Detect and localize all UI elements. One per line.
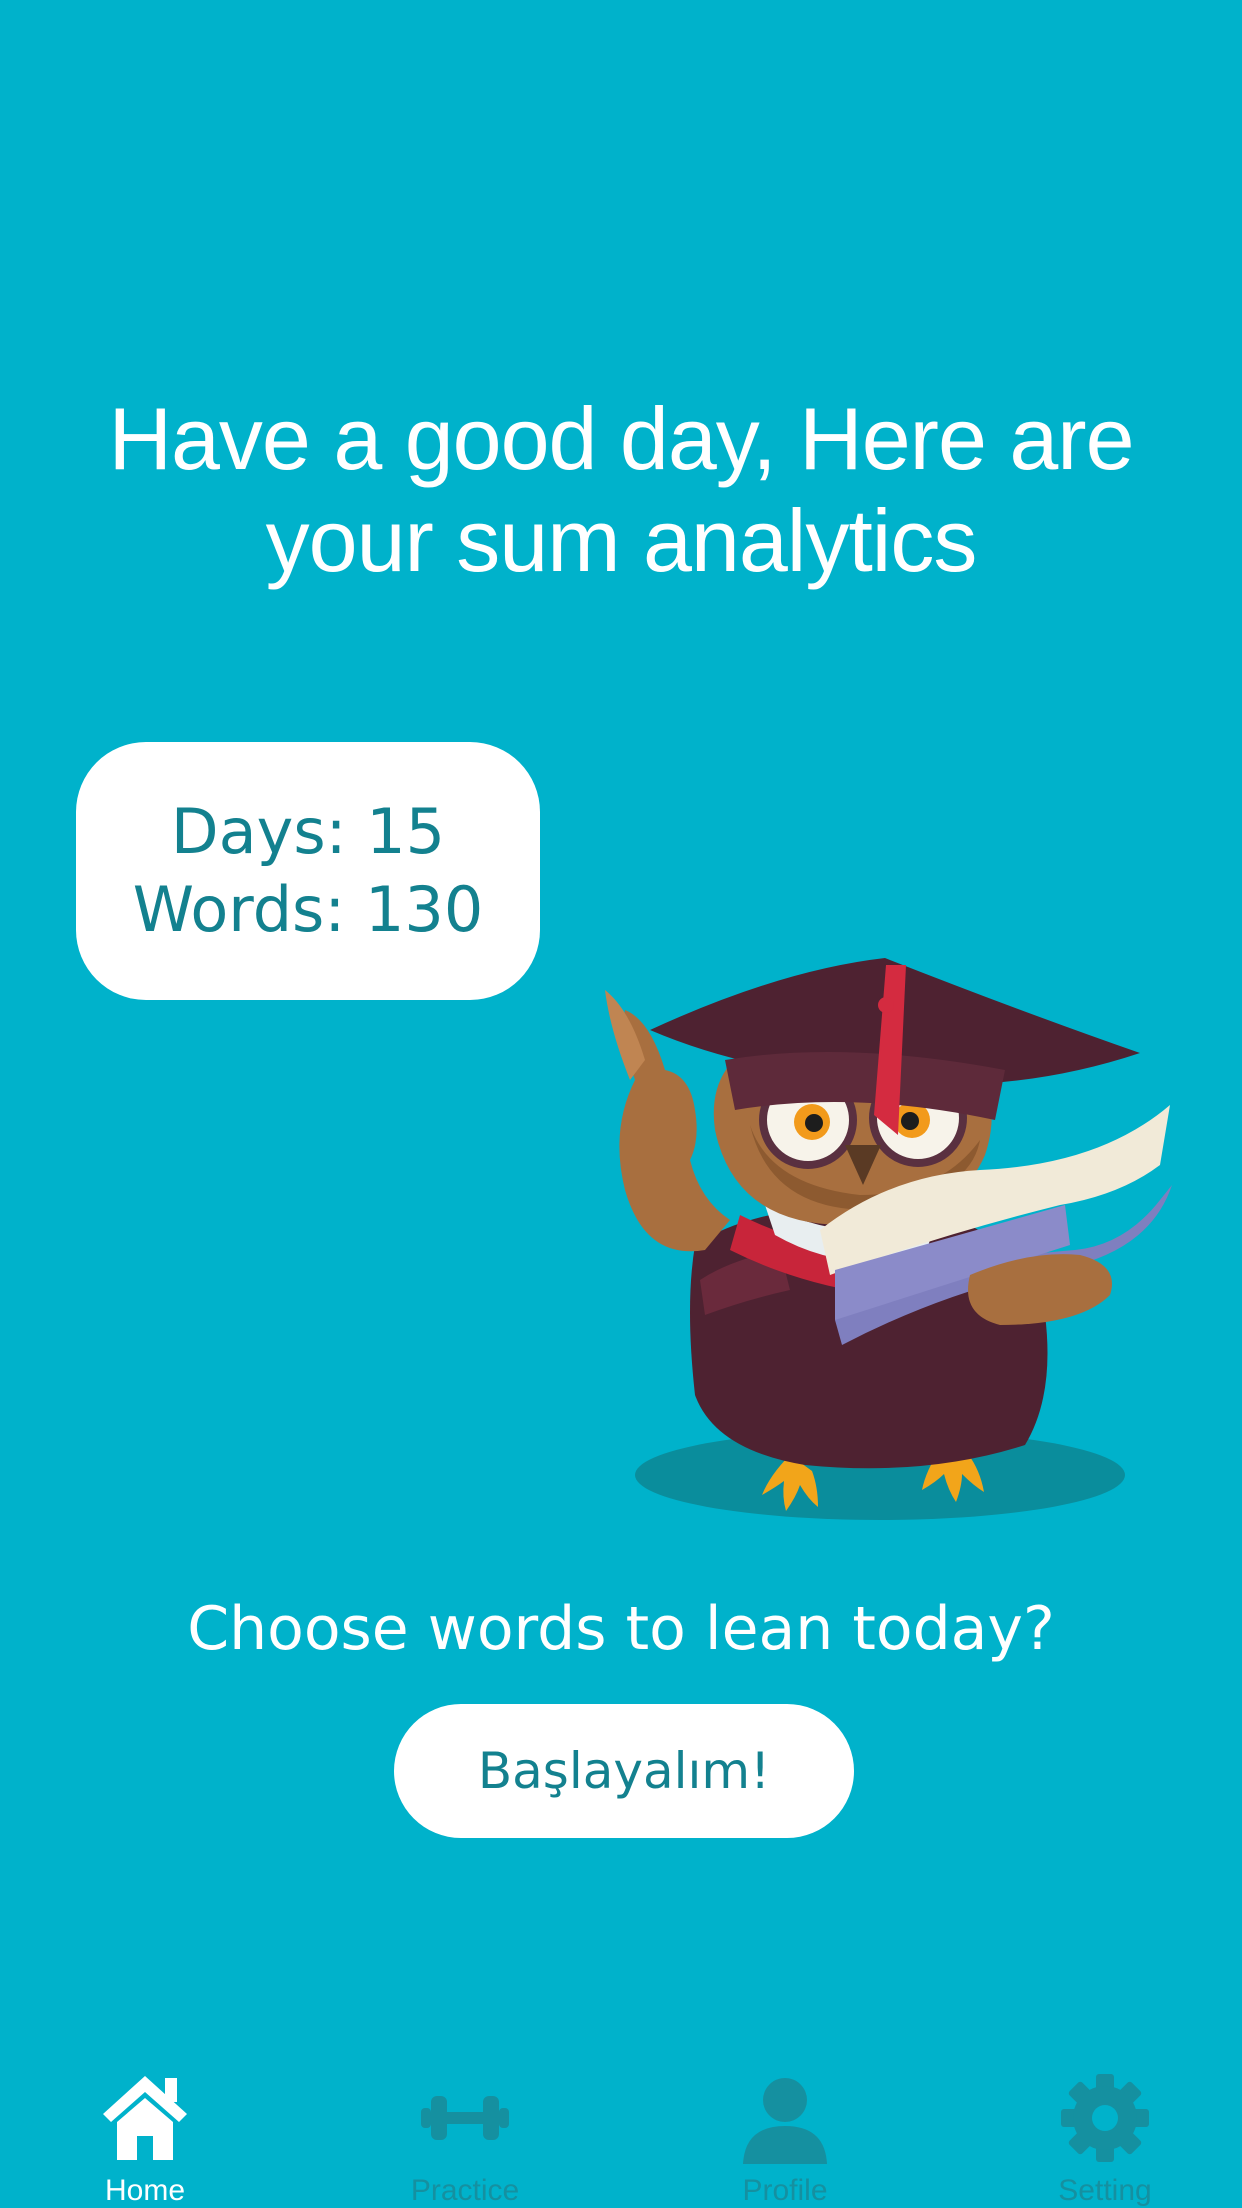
person-icon bbox=[743, 2078, 827, 2164]
owl-mascot-illustration bbox=[605, 958, 1172, 1520]
tab-setting-label: Setting bbox=[1058, 2174, 1152, 2207]
tab-home-label: Home bbox=[104, 2174, 186, 2207]
tab-profile[interactable]: Profile bbox=[685, 2050, 885, 2208]
words-stat: Words: 130 bbox=[132, 873, 484, 946]
greeting-line-1: Have a good day, Here are bbox=[108, 389, 1134, 488]
tab-setting[interactable]: Setting bbox=[1005, 2050, 1205, 2208]
bottom-tab-bar: Home Practice Profile Setting bbox=[0, 2050, 1242, 2208]
gear-icon bbox=[1061, 2074, 1149, 2162]
learn-prompt-question: Choose words to lean today? bbox=[187, 1594, 1055, 1664]
days-stat: Days: 15 bbox=[170, 795, 446, 868]
tab-home[interactable]: Home bbox=[45, 2050, 245, 2208]
start-button[interactable]: Başlayalım! bbox=[394, 1704, 854, 1838]
dumbbell-icon bbox=[421, 2096, 509, 2140]
tab-practice[interactable]: Practice bbox=[365, 2050, 565, 2208]
tab-profile-label: Profile bbox=[742, 2174, 828, 2207]
home-icon bbox=[103, 2076, 187, 2160]
stats-card: Days: 15 Words: 130 bbox=[76, 742, 540, 1000]
greeting-line-2: your sum analytics bbox=[265, 491, 978, 590]
greeting-heading: Have a good day, Here are your sum analy… bbox=[0, 388, 1242, 592]
tab-practice-label: Practice bbox=[410, 2174, 520, 2207]
